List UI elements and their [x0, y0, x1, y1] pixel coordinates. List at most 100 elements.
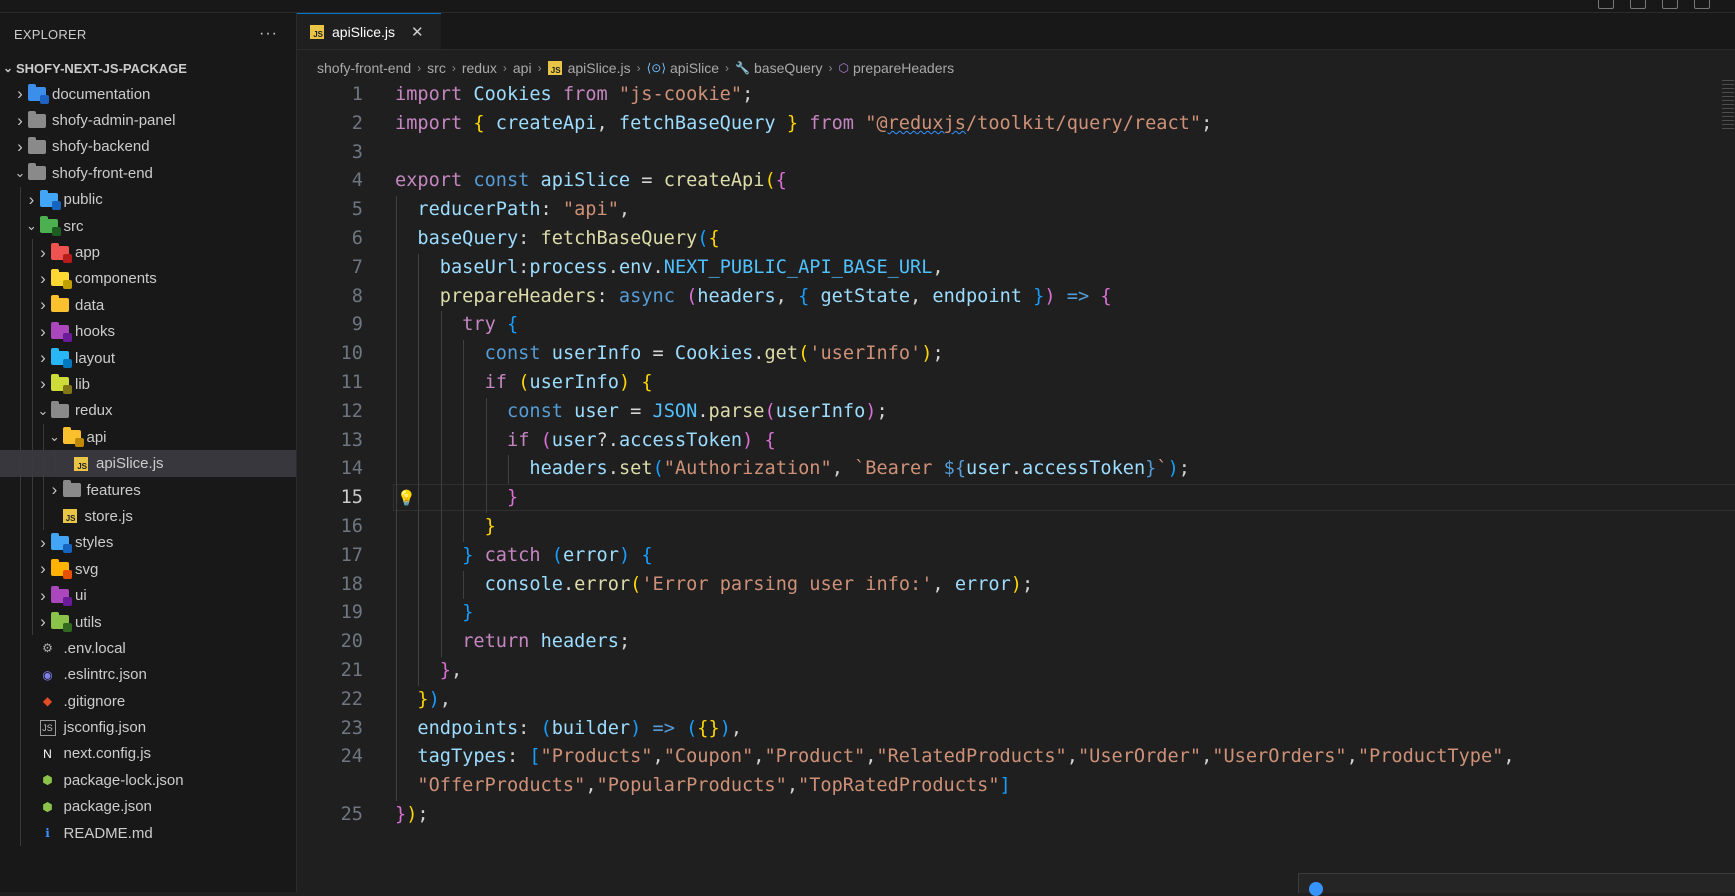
- tab-apiSlice[interactable]: JS apiSlice.js ✕: [297, 13, 441, 49]
- code-token: ,: [730, 717, 743, 739]
- minimap[interactable]: [1722, 80, 1734, 132]
- chevron-right-icon: ›: [40, 585, 46, 605]
- tree-item-label: styles: [75, 534, 114, 552]
- folder-api[interactable]: ⌄ api: [0, 424, 296, 451]
- folder-styles[interactable]: › styles: [0, 529, 296, 557]
- layout-icon[interactable]: [1598, 0, 1614, 9]
- lightbulb-icon[interactable]: 💡: [397, 490, 416, 506]
- file-.gitignore[interactable]: ◆ .gitignore: [0, 687, 296, 715]
- code-token: ,: [910, 285, 933, 307]
- eslint-file-icon: ◉: [42, 667, 53, 682]
- tree-item-label: redux: [75, 402, 113, 420]
- tree-item-label: apiSlice.js: [96, 455, 164, 473]
- breadcrumb-item[interactable]: apiSlice.js: [568, 60, 631, 76]
- layout-icon[interactable]: [1630, 0, 1646, 9]
- code-token: :: [518, 717, 541, 739]
- code-token: }: [484, 516, 496, 537]
- folder-shofy-admin-panel[interactable]: › shofy-admin-panel: [0, 107, 296, 133]
- layout-icon[interactable]: [1694, 0, 1710, 9]
- indent-guide: [418, 282, 420, 312]
- folder-documentation[interactable]: › documentation: [0, 81, 296, 107]
- code-text: import Cookies from "js-cookie";: [395, 81, 753, 110]
- code-token: (: [540, 717, 552, 739]
- code-token: import: [395, 84, 474, 105]
- indent-guide: [20, 503, 21, 530]
- code-line: 14 headers.set("Authorization", `Bearer $…: [297, 455, 1717, 485]
- folder-shofy-backend[interactable]: › shofy-backend: [0, 134, 296, 160]
- indent-guide: [31, 450, 33, 477]
- folder-public[interactable]: › public: [0, 186, 296, 213]
- folder-layout[interactable]: › layout: [0, 344, 296, 372]
- breadcrumb-item[interactable]: shofy-front-end: [317, 60, 411, 76]
- file-apiSlice.js[interactable]: JS apiSlice.js: [0, 450, 296, 477]
- folder-utils[interactable]: › utils: [0, 608, 296, 636]
- indent-guide: [20, 186, 21, 213]
- code-token: fetchBaseQuery: [618, 112, 787, 134]
- folder-components[interactable]: › components: [0, 265, 296, 293]
- folder-redux[interactable]: ⌄ redux: [0, 397, 296, 425]
- indent-guide: [440, 369, 442, 398]
- indent-guide: [418, 426, 420, 456]
- breadcrumb-item[interactable]: redux: [462, 60, 497, 76]
- code-token: }: [417, 688, 429, 710]
- code-token: ;: [876, 400, 888, 422]
- file-README.md[interactable]: ℹ README.md: [0, 819, 296, 847]
- tree-item-label: shofy-backend: [52, 138, 150, 156]
- indent-guide: [43, 503, 44, 530]
- code-token: "UserOrder": [1077, 746, 1202, 768]
- code-token: error: [954, 573, 1011, 595]
- indent-guide: [396, 599, 397, 629]
- file-package.json[interactable]: ⬢ package.json: [0, 793, 296, 820]
- folder-svg[interactable]: › svg: [0, 556, 296, 583]
- breadcrumb-item[interactable]: prepareHeaders: [853, 60, 954, 76]
- folder-shofy-front-end[interactable]: ⌄ shofy-front-end: [0, 160, 296, 186]
- indent-guide: [463, 484, 465, 513]
- indent-guide: [43, 424, 44, 451]
- tree-item-label: shofy-admin-panel: [52, 112, 176, 130]
- file-store.js[interactable]: JS store.js: [0, 503, 296, 530]
- indent-guide: [396, 484, 397, 513]
- folder-src[interactable]: ⌄ src: [0, 212, 296, 240]
- breadcrumb-item[interactable]: api: [513, 60, 532, 76]
- workspace-root[interactable]: ⌄ SHOFY-NEXT-JS-PACKAGE: [0, 55, 296, 81]
- code-token: createApi: [495, 112, 597, 134]
- tree-item-label: layout: [75, 349, 116, 367]
- code-token: console: [484, 573, 563, 595]
- code-token: :: [506, 746, 530, 768]
- code-token: ;: [1201, 112, 1213, 134]
- breadcrumb-item[interactable]: src: [427, 60, 446, 76]
- folder-ui[interactable]: › ui: [0, 582, 296, 609]
- folder-hooks[interactable]: › hooks: [0, 318, 296, 345]
- code-token: "RelatedProducts": [876, 746, 1067, 768]
- indent-guide: [20, 714, 21, 741]
- folder-app[interactable]: › app: [0, 239, 296, 266]
- code-line: 💡 15}: [297, 484, 1735, 513]
- code-token: .: [607, 256, 619, 278]
- breadcrumb-item[interactable]: apiSlice: [670, 60, 719, 76]
- indent-guide: [20, 212, 21, 240]
- title-bar: [0, 0, 1735, 13]
- indent-guide: [440, 599, 442, 629]
- file-.eslintrc.json[interactable]: ◉ .eslintrc.json: [0, 661, 296, 688]
- chevron-right-icon: ›: [40, 295, 46, 315]
- file-next.config.js[interactable]: Nnext.config.js: [0, 740, 296, 768]
- code-line: 5 reducerPath: "api",: [297, 196, 1717, 225]
- file-package-lock.json[interactable]: ⬢ package-lock.json: [0, 767, 296, 794]
- folder-features[interactable]: › features: [0, 476, 296, 504]
- more-actions-icon[interactable]: ···: [259, 25, 278, 43]
- file-jsconfig.json[interactable]: JS jsconfig.json: [0, 714, 296, 741]
- code-token: ,: [786, 775, 799, 797]
- close-icon[interactable]: ✕: [411, 23, 424, 41]
- layout-icon[interactable]: [1662, 0, 1678, 9]
- indent-guide: [43, 450, 44, 477]
- indent-guide: [396, 426, 397, 456]
- folder-data[interactable]: › data: [0, 292, 296, 319]
- code-editor[interactable]: 1 import Cookies from "js-cookie"; 2 import…: [297, 80, 1735, 892]
- code-token: {: [641, 372, 653, 393]
- file-.env.local[interactable]: ⚙ .env.local: [0, 635, 296, 662]
- code-token: if: [484, 372, 519, 393]
- breadcrumb-item[interactable]: baseQuery: [754, 60, 822, 76]
- folder-lib[interactable]: › lib: [0, 371, 296, 398]
- code-token: 'userInfo': [809, 343, 922, 365]
- tree-item-label: documentation: [52, 85, 151, 103]
